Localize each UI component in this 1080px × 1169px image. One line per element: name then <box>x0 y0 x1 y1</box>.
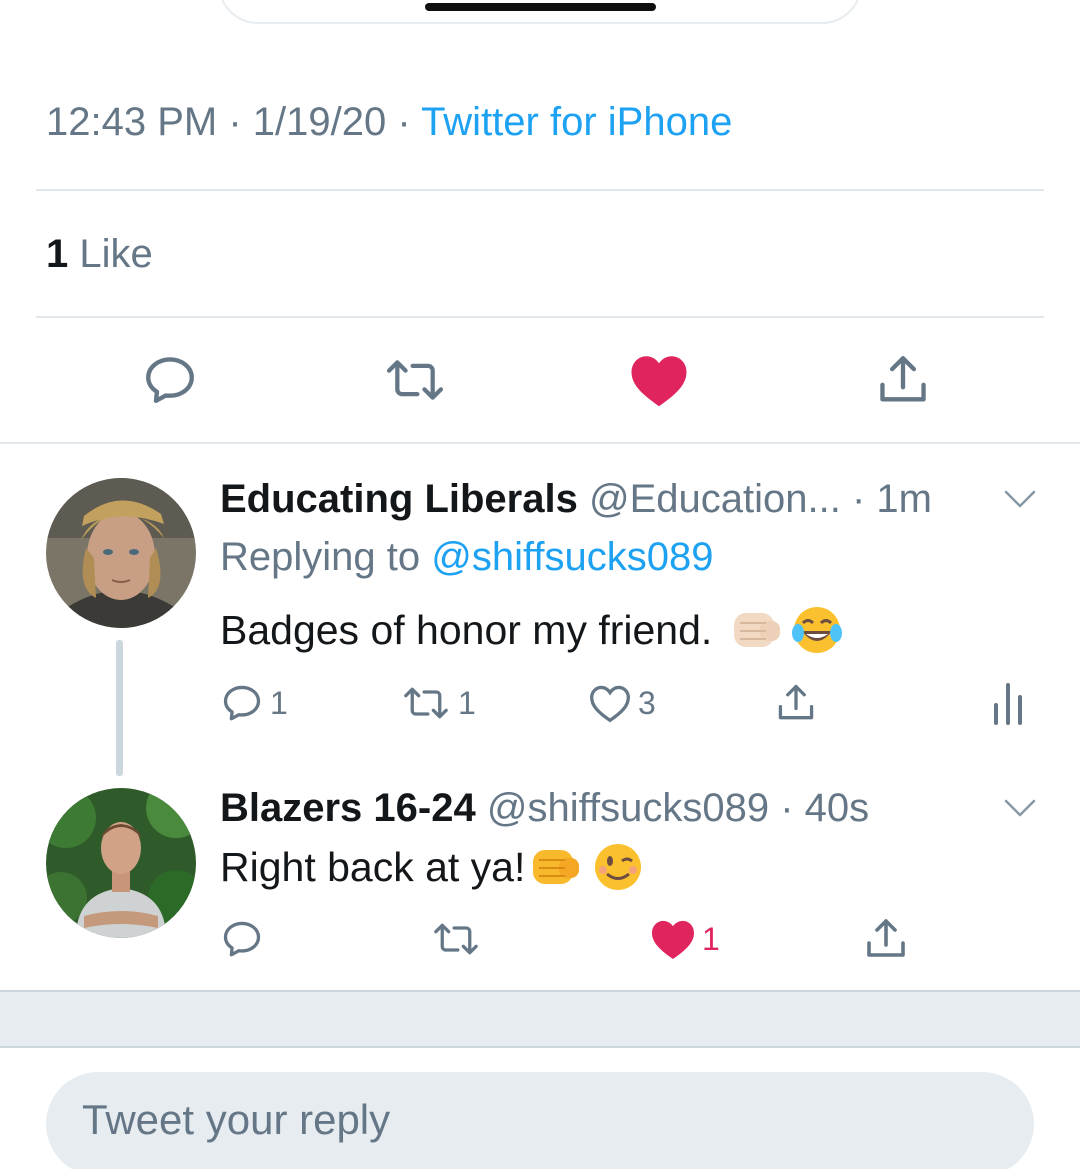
replying-prefix: Replying to <box>220 535 432 579</box>
like-count: 1 <box>702 920 720 957</box>
user-handle[interactable]: @Education... <box>589 477 841 521</box>
replying-mention-link[interactable]: @shiffsucks089 <box>431 535 713 579</box>
likes-count: 1 <box>46 232 69 276</box>
like-count: 3 <box>638 684 656 721</box>
retweet-count: 1 <box>458 684 476 721</box>
share-icon <box>880 356 926 402</box>
retweet-button[interactable] <box>380 345 450 415</box>
share-button[interactable] <box>774 678 818 728</box>
fist-bump-emoji <box>533 850 580 884</box>
user-avatar-image <box>46 478 196 628</box>
retweet-button[interactable] <box>430 914 488 964</box>
analytics-icon <box>994 683 1022 725</box>
chevron-down-icon[interactable] <box>1002 796 1038 820</box>
likes-label: Like <box>68 232 153 276</box>
retweet-button[interactable]: 1 <box>400 678 476 728</box>
analytics-button[interactable] <box>990 678 1026 728</box>
share-icon <box>778 684 814 720</box>
tweet-time: 12:43 PM <box>46 100 218 144</box>
meta-separator: · <box>386 100 422 144</box>
like-button[interactable]: 3 <box>588 678 656 728</box>
retweet-icon <box>404 687 448 719</box>
display-name[interactable]: Educating Liberals <box>220 477 578 521</box>
tweet-source-link[interactable]: Twitter for iPhone <box>421 100 732 144</box>
reply-text: Badges of honor my friend. <box>220 603 844 657</box>
share-button[interactable] <box>868 345 938 415</box>
reply-icon <box>223 921 261 957</box>
avatar[interactable] <box>46 478 196 628</box>
meta-separator: · <box>217 100 253 144</box>
heart-filled-icon <box>652 920 694 960</box>
replies-top-border <box>0 442 1080 444</box>
reply-button[interactable] <box>135 345 205 415</box>
reply-header: Educating Liberals @Education... · 1m <box>220 477 932 522</box>
reply-header: Blazers 16-24 @shiffsucks089 · 40s <box>220 786 869 831</box>
reply-time: · 40s <box>780 786 870 830</box>
tweet-date: 1/19/20 <box>252 100 387 144</box>
reply-time: · 1m <box>851 477 932 521</box>
winking-face-emoji <box>595 844 642 890</box>
divider <box>36 316 1044 318</box>
reply-icon <box>146 357 194 403</box>
tweet-action-bar <box>0 345 1080 415</box>
reply-button[interactable] <box>220 914 270 964</box>
share-button[interactable] <box>862 914 910 964</box>
reply-body: Badges of honor my friend. <box>220 606 713 653</box>
tweet-meta: 12:43 PM · 1/19/20 · Twitter for iPhone <box>46 100 732 145</box>
divider <box>36 189 1044 191</box>
replying-to: Replying to @shiffsucks089 <box>220 535 713 580</box>
retweet-icon <box>434 923 478 955</box>
home-indicator <box>425 3 656 11</box>
chevron-down-icon[interactable] <box>1002 487 1038 511</box>
display-name[interactable]: Blazers 16-24 <box>220 786 476 830</box>
likes-stat[interactable]: 1 Like <box>46 232 153 277</box>
section-separator <box>0 990 1080 1048</box>
reply-count: 1 <box>270 684 288 721</box>
reply-icon <box>223 685 261 721</box>
reply-text: Right back at ya! <box>220 840 645 894</box>
like-button[interactable] <box>624 345 694 415</box>
like-button[interactable]: 1 <box>650 914 720 964</box>
reply-body: Right back at ya! <box>220 843 526 890</box>
fist-bump-emoji <box>734 613 781 647</box>
tweet-reply-input[interactable] <box>46 1072 1034 1169</box>
reply-button[interactable]: 1 <box>220 678 288 728</box>
user-handle[interactable]: @shiffsucks089 <box>487 786 769 830</box>
reply-action-bar: 1 1 3 <box>0 678 1080 728</box>
retweet-icon <box>386 360 444 400</box>
heart-filled-icon <box>631 356 687 407</box>
share-icon <box>867 919 905 957</box>
tears-of-joy-emoji <box>792 607 843 653</box>
heart-icon <box>590 685 630 723</box>
reply-action-bar: 1 <box>0 914 1080 964</box>
